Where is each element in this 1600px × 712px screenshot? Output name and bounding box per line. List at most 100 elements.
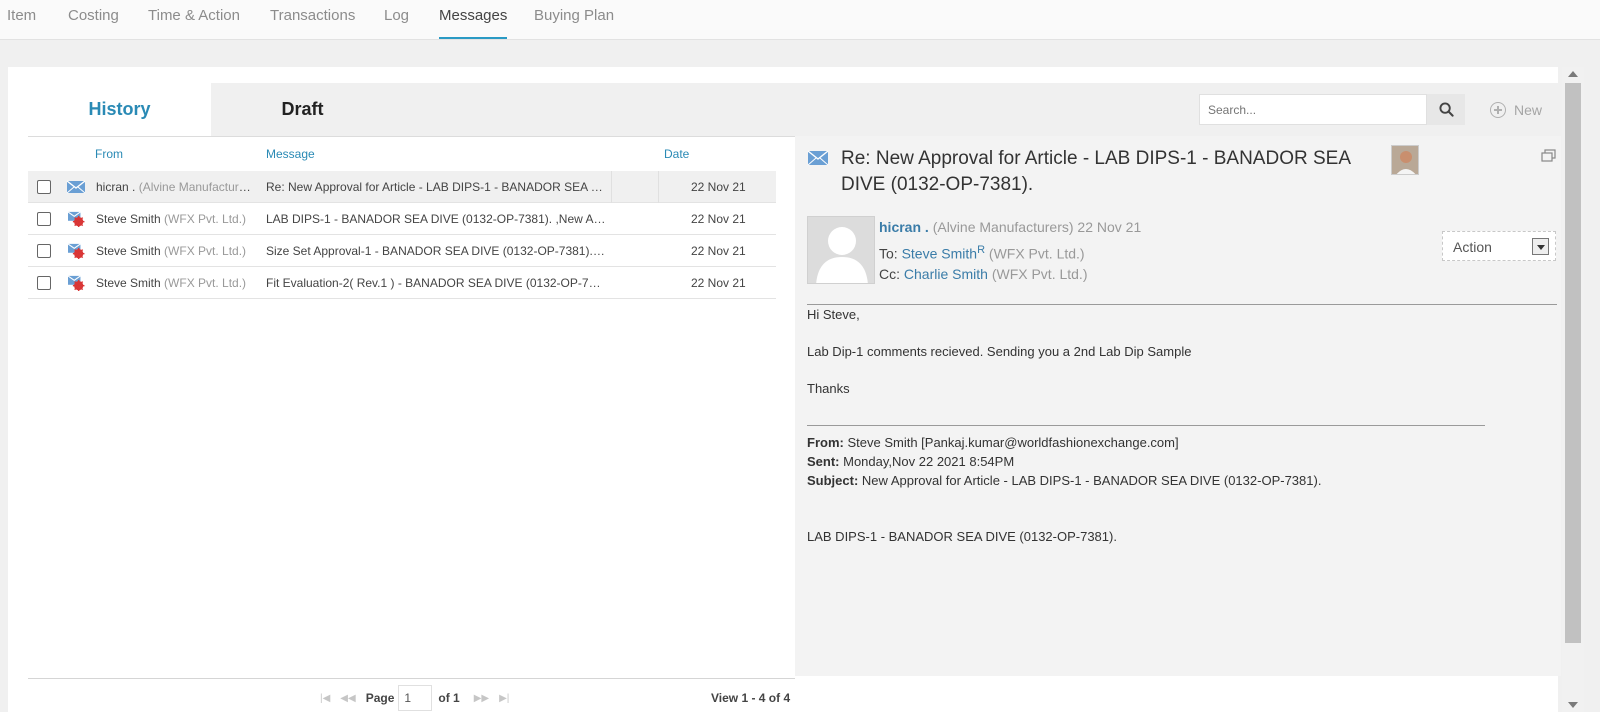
search-icon bbox=[1438, 102, 1454, 117]
prev-page-icon[interactable]: ◀◀ bbox=[340, 693, 355, 704]
message-detail-panel bbox=[795, 136, 1561, 676]
cc-line: Cc: Charlie Smith (WFX Pvt. Ltd.) bbox=[879, 266, 1088, 282]
row-from-company: (WFX Pvt. Ltd.) bbox=[164, 212, 247, 226]
page-label: Page bbox=[365, 691, 395, 705]
quoted-sent-label: Sent: bbox=[807, 454, 840, 469]
row-from-name: Steve Smith bbox=[96, 276, 161, 290]
to-label: To: bbox=[879, 245, 898, 262]
row-checkbox[interactable] bbox=[37, 244, 51, 258]
row-checkbox[interactable] bbox=[37, 276, 51, 290]
to-name[interactable]: Steve Smith bbox=[902, 246, 977, 262]
system-message-icon bbox=[67, 275, 85, 291]
row-from-name: Steve Smith bbox=[96, 212, 161, 226]
action-dropdown[interactable]: Action bbox=[1442, 231, 1556, 261]
row-from-company: (WFX Pvt. Ltd.) bbox=[164, 244, 247, 258]
row-date: 22 Nov 21 bbox=[691, 276, 746, 290]
new-message-button[interactable]: New bbox=[1490, 99, 1542, 121]
body-greeting: Hi Steve, bbox=[807, 307, 860, 322]
page-scrollbar[interactable] bbox=[1562, 67, 1584, 712]
sender-avatar-small bbox=[1391, 145, 1419, 175]
row-date: 22 Nov 21 bbox=[691, 244, 746, 258]
quoted-from: From: Steve Smith [Pankaj.kumar@worldfas… bbox=[807, 435, 1179, 450]
search-input[interactable] bbox=[1200, 95, 1426, 124]
new-label: New bbox=[1514, 102, 1543, 118]
tab-log[interactable]: Log bbox=[384, 7, 409, 24]
row-from-name: hicran . bbox=[96, 180, 136, 194]
first-page-icon[interactable]: |◀ bbox=[320, 693, 330, 704]
view-info: View 1 - 4 of 4 bbox=[711, 691, 791, 705]
row-from-name: Steve Smith bbox=[96, 244, 161, 258]
quoted-subject-label: Subject: bbox=[807, 473, 859, 488]
row-date: 22 Nov 21 bbox=[691, 212, 746, 226]
search-field[interactable] bbox=[1199, 94, 1427, 125]
to-company: (WFX Pvt. Ltd.) bbox=[988, 245, 1085, 262]
tab-messages[interactable]: Messages bbox=[439, 7, 508, 39]
message-row[interactable]: Steve Smith (WFX Pvt. Ltd.) Size Set App… bbox=[28, 235, 776, 267]
quoted-body: LAB DIPS-1 - BANADOR SEA DIVE (0132-OP-7… bbox=[807, 529, 1117, 544]
column-header-message[interactable]: Message bbox=[266, 147, 315, 161]
message-row[interactable]: hicran . (Alvine Manufacturers) Re: New … bbox=[28, 171, 776, 203]
body-signoff: Thanks bbox=[807, 381, 850, 396]
search-button[interactable] bbox=[1427, 94, 1465, 125]
last-page-icon[interactable]: ▶| bbox=[499, 693, 509, 704]
tab-time-action[interactable]: Time & Action bbox=[148, 7, 240, 24]
row-checkbox[interactable] bbox=[37, 180, 51, 194]
pager: |◀ ◀◀ Page of 1 ▶▶ ▶| bbox=[320, 684, 519, 712]
message-row[interactable]: Steve Smith (WFX Pvt. Ltd.) LAB DIPS-1 -… bbox=[28, 203, 776, 235]
sent-date: 22 Nov 21 bbox=[1077, 219, 1142, 235]
system-message-icon bbox=[67, 211, 85, 227]
row-date: 22 Nov 21 bbox=[691, 180, 746, 194]
quoted-subject: Subject: New Approval for Article - LAB … bbox=[807, 473, 1321, 488]
tab-costing[interactable]: Costing bbox=[68, 7, 119, 24]
quoted-sent-value: Monday,Nov 22 2021 8:54PM bbox=[843, 454, 1015, 469]
envelope-icon bbox=[66, 180, 86, 194]
message-row[interactable]: Steve Smith (WFX Pvt. Ltd.) Fit Evaluati… bbox=[28, 267, 776, 299]
quoted-sent: Sent: Monday,Nov 22 2021 8:54PM bbox=[807, 454, 1014, 469]
quoted-subject-value: New Approval for Article - LAB DIPS-1 - … bbox=[861, 473, 1322, 488]
row-message: LAB DIPS-1 - BANADOR SEA DIVE (0132-OP-7… bbox=[266, 212, 606, 226]
sender-line: hicran . (Alvine Manufacturers) 22 Nov 2… bbox=[879, 219, 1141, 235]
list-divider bbox=[28, 136, 795, 137]
tab-buying-plan[interactable]: Buying Plan bbox=[534, 7, 614, 24]
row-checkbox[interactable] bbox=[37, 212, 51, 226]
chevron-down-icon[interactable] bbox=[1532, 238, 1549, 255]
tab-item[interactable]: Item bbox=[7, 7, 36, 24]
cc-label: Cc: bbox=[879, 266, 900, 282]
action-label: Action bbox=[1453, 239, 1492, 255]
body-text: Lab Dip-1 comments recieved. Sending you… bbox=[807, 344, 1192, 359]
scroll-thumb[interactable] bbox=[1565, 83, 1581, 643]
header-divider bbox=[807, 304, 1557, 305]
tab-draft[interactable]: Draft bbox=[211, 83, 394, 136]
row-from-company: (WFX Pvt. Ltd.) bbox=[164, 276, 247, 290]
cc-company: (WFX Pvt. Ltd.) bbox=[991, 266, 1088, 282]
top-nav: Item Costing Time & Action Transactions … bbox=[0, 0, 1600, 40]
cc-name[interactable]: Charlie Smith bbox=[904, 266, 988, 282]
quoted-from-label: From: bbox=[807, 435, 844, 450]
sender-name[interactable]: hicran . bbox=[879, 219, 929, 235]
page-number-input[interactable] bbox=[398, 685, 433, 711]
column-header-from[interactable]: From bbox=[95, 147, 123, 161]
popout-icon[interactable] bbox=[1541, 149, 1556, 162]
row-from-company: (Alvine Manufacturers) bbox=[138, 180, 256, 194]
message-subject: Re: New Approval for Article - LAB DIPS-… bbox=[841, 148, 1350, 195]
scroll-down-icon[interactable] bbox=[1568, 702, 1578, 708]
scroll-up-icon[interactable] bbox=[1568, 71, 1578, 77]
row-message: Size Set Approval-1 - BANADOR SEA DIVE (… bbox=[266, 244, 606, 258]
page-count: of 1 bbox=[438, 691, 460, 705]
tab-transactions[interactable]: Transactions bbox=[270, 7, 355, 24]
quoted-from-value: Steve Smith [Pankaj.kumar@worldfashionex… bbox=[847, 435, 1179, 450]
row-message: Fit Evaluation-2( Rev.1 ) - BANADOR SEA … bbox=[266, 276, 606, 290]
pager-divider bbox=[28, 678, 795, 679]
sender-avatar bbox=[807, 216, 875, 284]
to-line: To: Steve SmithR (WFX Pvt. Ltd.) bbox=[879, 244, 1085, 262]
row-message: Re: New Approval for Article - LAB DIPS-… bbox=[266, 180, 606, 194]
tab-history[interactable]: History bbox=[28, 83, 211, 136]
read-receipt-marker: R bbox=[977, 244, 986, 256]
column-header-date[interactable]: Date bbox=[664, 147, 689, 161]
envelope-icon bbox=[807, 150, 829, 166]
plus-circle-icon bbox=[1490, 102, 1506, 118]
quote-divider bbox=[807, 425, 1485, 426]
system-message-icon bbox=[67, 243, 85, 259]
next-page-icon[interactable]: ▶▶ bbox=[474, 693, 489, 704]
sender-company: (Alvine Manufacturers) bbox=[932, 219, 1074, 235]
